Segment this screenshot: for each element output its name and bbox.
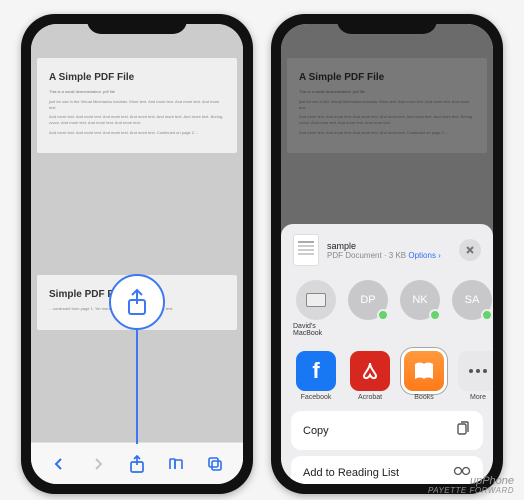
back-button[interactable]	[49, 454, 69, 474]
share-callout-highlight	[109, 274, 165, 330]
share-app-books[interactable]: Books	[401, 351, 447, 401]
app-label: Books	[414, 394, 433, 401]
pdf-paragraph: just for use in the Virtual Mechanics tu…	[49, 99, 225, 110]
macbook-icon	[296, 280, 336, 320]
facebook-icon: f	[296, 351, 336, 391]
forward-button	[88, 454, 108, 474]
screen-right: A Simple PDF File This is a small demons…	[281, 24, 493, 484]
share-app-more[interactable]: More	[455, 351, 493, 401]
copy-icon	[455, 421, 471, 440]
screen-left: A Simple PDF File This is a small demons…	[31, 24, 243, 484]
airdrop-contact[interactable]: SA	[449, 280, 493, 337]
messages-badge-icon	[377, 309, 389, 321]
pdf-subtitle: This is a small demonstration .pdf file	[49, 89, 225, 94]
document-meta: PDF Document · 3 KB Options ›	[327, 251, 451, 260]
app-label: Acrobat	[358, 394, 382, 401]
share-button[interactable]	[127, 454, 147, 474]
app-share-row[interactable]: f Facebook Acrobat Books	[281, 345, 493, 411]
close-icon	[465, 245, 475, 255]
phone-left: A Simple PDF File This is a small demons…	[21, 14, 253, 494]
avatar: DP	[348, 280, 388, 320]
share-sheet: sample PDF Document · 3 KB Options › Dav…	[281, 224, 493, 484]
airdrop-contact[interactable]: NK	[397, 280, 443, 337]
airdrop-contact[interactable]: David's MacBook	[293, 280, 339, 337]
airdrop-contact-label: David's MacBook	[293, 323, 339, 337]
pdf-title-1: A Simple PDF File	[49, 72, 225, 83]
avatar: NK	[400, 280, 440, 320]
more-icon	[458, 351, 493, 391]
airdrop-contact[interactable]: DP	[345, 280, 391, 337]
pdf-paragraph: And more text. And more text. And more t…	[49, 114, 225, 125]
messages-badge-icon	[481, 309, 493, 321]
books-icon	[404, 351, 444, 391]
document-name: sample	[327, 241, 451, 251]
action-copy[interactable]: Copy	[291, 411, 483, 450]
avatar: SA	[452, 280, 492, 320]
pdf-paragraph: And more text. And more text. And more t…	[49, 130, 225, 136]
phone-right: A Simple PDF File This is a small demons…	[271, 14, 503, 494]
tabs-button[interactable]	[205, 454, 225, 474]
callout-line	[136, 329, 138, 444]
acrobat-icon	[350, 351, 390, 391]
share-app-facebook[interactable]: f Facebook	[293, 351, 339, 401]
document-thumbnail	[293, 234, 319, 266]
airdrop-contacts-row[interactable]: David's MacBook DP NK SA	[281, 276, 493, 345]
bookmarks-button[interactable]	[166, 454, 186, 474]
share-app-acrobat[interactable]: Acrobat	[347, 351, 393, 401]
notch	[87, 14, 187, 34]
watermark: upPhone PAYETTE FORWARD	[428, 475, 514, 496]
options-link[interactable]: Options ›	[408, 251, 440, 260]
close-button[interactable]	[459, 239, 481, 261]
share-sheet-header: sample PDF Document · 3 KB Options ›	[281, 234, 493, 276]
app-label: Facebook	[301, 394, 332, 401]
share-icon	[125, 288, 149, 316]
safari-toolbar	[31, 442, 243, 484]
pdf-page-1: A Simple PDF File This is a small demons…	[37, 58, 237, 153]
action-label: Add to Reading List	[303, 467, 399, 479]
messages-badge-icon	[429, 309, 441, 321]
notch	[337, 14, 437, 34]
action-label: Copy	[303, 425, 329, 437]
app-label: More	[470, 394, 486, 401]
